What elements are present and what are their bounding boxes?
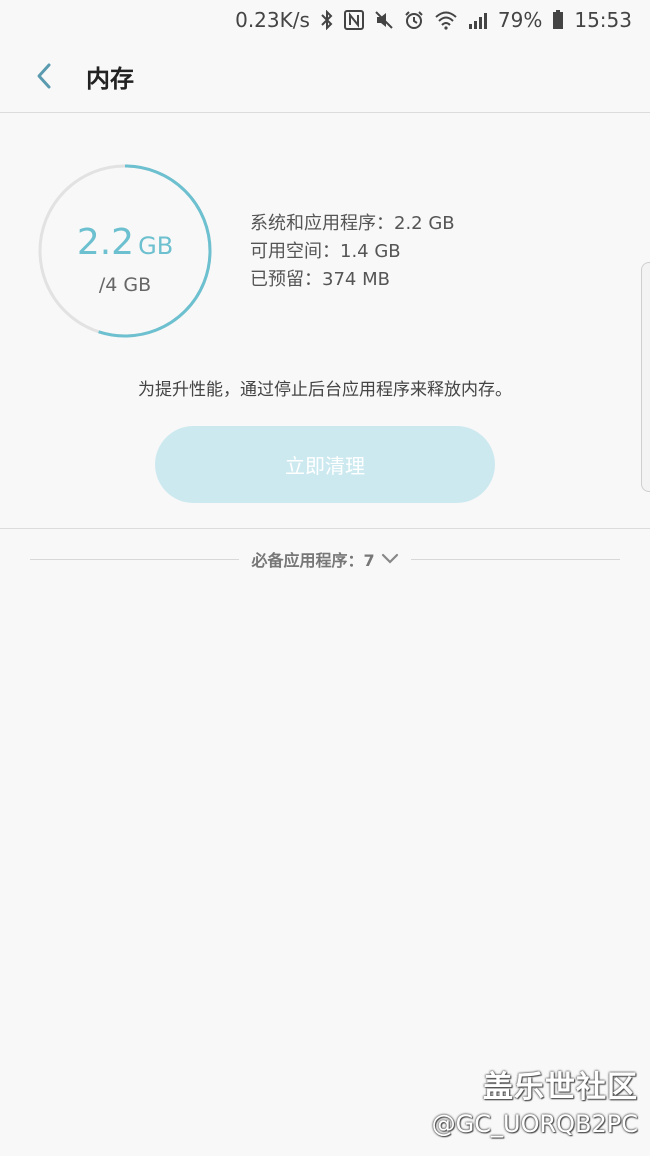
hint-text: 为提升性能，通过停止后台应用程序来释放内存。: [138, 380, 512, 400]
battery-icon: [552, 10, 564, 30]
watermark: 盖乐世社区 @GC_UORQB2PC: [432, 1062, 638, 1138]
edge-panel-handle[interactable]: [641, 262, 650, 492]
back-button[interactable]: [20, 52, 68, 100]
used-memory: 2.2 GB: [36, 222, 214, 263]
stat-system-apps: 系统和应用程序：2.2 GB: [250, 213, 455, 234]
total-memory: /4 GB: [98, 274, 152, 296]
clean-now-button[interactable]: 立即清理: [155, 426, 495, 503]
divider-left: [30, 558, 240, 560]
watermark-title: 盖乐世社区: [483, 1070, 638, 1105]
essential-apps-section: 必备应用程序：7: [30, 546, 621, 572]
divider-right: [410, 558, 621, 560]
chevron-down-icon: [381, 553, 398, 564]
status-bar: 0.23K/s 79% 15:53: [0, 0, 650, 40]
stat-available: 可用空间：1.4 GB: [250, 241, 401, 262]
app-header: 内存: [0, 40, 650, 113]
mute-icon: [374, 10, 394, 30]
essential-apps-label: 必备应用程序：7: [251, 551, 375, 570]
stat-reserved: 已预留：374 MB: [250, 269, 390, 290]
bluetooth-icon: [320, 10, 334, 30]
signal-icon: [468, 11, 488, 29]
clock: 15:53: [574, 8, 632, 32]
wifi-icon: [434, 10, 458, 30]
watermark-user: @GC_UORQB2PC: [431, 1110, 638, 1138]
section-divider: [0, 528, 650, 529]
used-memory-unit: GB: [138, 232, 174, 260]
alarm-icon: [404, 10, 424, 30]
memory-stats: 系统和应用程序：2.2 GB 可用空间：1.4 GB 已预留：374 MB: [250, 210, 455, 294]
chevron-left-icon: [37, 63, 51, 89]
battery-percent: 79%: [497, 8, 543, 32]
essential-apps-toggle[interactable]: 必备应用程序：7: [239, 547, 410, 571]
page-title: 内存: [86, 64, 134, 93]
memory-usage-gauge: 2.2 GB /4 GB: [36, 162, 214, 340]
network-speed: 0.23K/s: [235, 8, 310, 32]
nfc-icon: [343, 10, 364, 30]
used-memory-value: 2.2: [76, 222, 135, 263]
